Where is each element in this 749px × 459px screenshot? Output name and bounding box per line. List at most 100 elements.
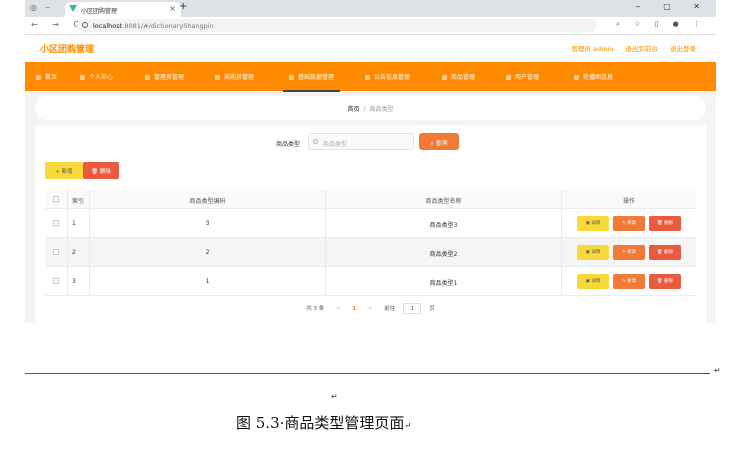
header-operations: 操作 <box>622 198 635 205</box>
breadcrumb-bar: 首页 / 商品类型 <box>35 96 706 120</box>
menu-notice[interactable]: 公告信息管理 <box>365 72 410 81</box>
search-icon <box>313 139 318 144</box>
row-name: 商品类型1 <box>326 267 562 295</box>
row-index: 2 <box>68 238 90 266</box>
batch-delete-button[interactable]: 🗑 删除 <box>83 162 119 179</box>
goto-page-input[interactable]: 1 <box>403 303 422 314</box>
paragraph-mark: ↵ <box>714 366 721 375</box>
url-field[interactable]: localhost:8081/#/dictionaryShangpin <box>77 19 597 32</box>
table-header: 索引 商品类型编码 商品类型名称 操作 <box>45 189 696 209</box>
menu-product[interactable]: 商品管理 <box>442 72 475 81</box>
row-checkbox[interactable] <box>53 278 59 284</box>
user-icon <box>80 75 85 80</box>
row-code: 3 <box>90 209 326 237</box>
carousel-icon <box>574 75 579 80</box>
window-controls[interactable]: ‒ ▢ ✕ <box>636 2 710 11</box>
delete-button[interactable]: 🗑 删除 <box>649 245 681 260</box>
query-button[interactable]: ⌕ 查询 <box>419 133 459 150</box>
table-row: 1 3 商品类型3 ▣ 详情 ✎ 修改 🗑 删除 <box>45 209 696 238</box>
detail-button[interactable]: ▣ 详情 <box>577 245 609 260</box>
page-number[interactable]: 1 <box>352 306 356 312</box>
row-operations: ▣ 详情 ✎ 修改 🗑 删除 <box>562 238 696 266</box>
row-checkbox[interactable] <box>53 249 59 255</box>
url-host: localhost <box>93 22 123 30</box>
goto-label: 前往 <box>384 306 396 312</box>
edit-button[interactable]: ✎ 修改 <box>613 245 645 260</box>
pagination-total: 共 3 条 <box>306 306 325 312</box>
caption-text: 图 5.3·商品类型管理页面 <box>236 414 405 432</box>
row-index: 1 <box>68 209 90 237</box>
figure-caption: 图 5.3·商品类型管理页面↵ <box>236 412 411 433</box>
breadcrumb: 首页 / 商品类型 <box>35 104 706 113</box>
menu-buyer[interactable]: 采购员管理 <box>215 72 254 81</box>
search-placeholder: 商品类型 <box>323 141 348 148</box>
data-icon <box>289 75 294 80</box>
product-type-table: 索引 商品类型编码 商品类型名称 操作 1 3 商品类型3 ▣ 详情 ✎ 修改 … <box>45 189 696 296</box>
app-header: 小区团购管理 管理员 admin 退出到前台 退出登录 <box>25 35 716 62</box>
current-user: 管理员 admin <box>571 45 614 53</box>
paragraph-mark: ↵ <box>404 421 412 430</box>
back-to-frontend-link[interactable]: 退出到前台 <box>625 45 658 53</box>
row-operations: ▣ 详情 ✎ 修改 🗑 删除 <box>562 267 696 295</box>
admin-icon <box>145 75 150 80</box>
breadcrumb-current: 商品类型 <box>369 106 394 113</box>
prev-page-icon[interactable]: < <box>336 306 341 312</box>
row-code: 2 <box>90 238 326 266</box>
header-code: 商品类型编码 <box>90 189 326 208</box>
header-name: 商品类型名称 <box>326 189 562 208</box>
next-page-icon[interactable]: > <box>368 306 373 312</box>
app-window: 小区团购管理 管理员 admin 退出到前台 退出登录 首页 个人中心 管理员管… <box>25 35 716 323</box>
row-checkbox[interactable] <box>53 220 59 226</box>
browser-tab-bar: ◎ ⎯ 小区团购管理 × + ‒ ▢ ✕ <box>25 0 716 17</box>
row-operations: ▣ 详情 ✎ 修改 🗑 删除 <box>562 209 696 237</box>
browser-toolbar-icons[interactable]: ⌕ ☆ ▯ ● ⋮ <box>616 20 706 29</box>
row-index: 3 <box>68 267 90 295</box>
tab-close-icon[interactable]: × <box>169 4 176 13</box>
breadcrumb-separator: / <box>363 106 366 113</box>
table-row: 2 2 商品类型2 ▣ 详情 ✎ 修改 🗑 删除 <box>45 238 696 267</box>
vue-logo-icon <box>69 5 77 12</box>
header-index: 索引 <box>68 189 90 208</box>
new-tab-icon[interactable]: + <box>179 1 187 12</box>
menu-home[interactable]: 首页 <box>36 72 57 81</box>
select-all-checkbox[interactable] <box>53 196 59 202</box>
detail-button[interactable]: ▣ 详情 <box>577 274 609 289</box>
tab-search-icon[interactable]: ◎ ⎯ <box>30 3 53 13</box>
users-icon <box>506 75 511 80</box>
edit-button[interactable]: ✎ 修改 <box>613 216 645 231</box>
row-name: 商品类型2 <box>326 238 562 266</box>
home-icon <box>36 75 41 80</box>
logout-link[interactable]: 退出登录 <box>670 45 696 53</box>
menu-admin[interactable]: 管理员管理 <box>145 72 184 81</box>
url-path: :8081/#/dictionaryShangpin <box>122 22 214 30</box>
paragraph-mark: ↵ <box>331 392 338 401</box>
delete-button[interactable]: 🗑 删除 <box>649 216 681 231</box>
info-icon <box>82 22 88 28</box>
top-menu: 首页 个人中心 管理员管理 采购员管理 基础数据管理 公告信息管理 商品管理 用… <box>25 62 716 92</box>
page-unit: 页 <box>429 306 435 312</box>
menu-basic-data[interactable]: 基础数据管理 <box>282 72 341 92</box>
document-divider <box>25 373 710 374</box>
notice-icon <box>365 75 370 80</box>
menu-profile[interactable]: 个人中心 <box>80 72 113 81</box>
content-panel: 商品类型 商品类型 ⌕ 查询 + 新增 🗑 删除 索引 商品类型编码 商品类型名… <box>35 125 706 323</box>
buyer-icon <box>215 75 220 80</box>
address-bar: ← → C localhost:8081/#/dictionaryShangpi… <box>25 17 716 35</box>
menu-user[interactable]: 用户管理 <box>506 72 539 81</box>
add-button[interactable]: + 新增 <box>45 162 83 179</box>
detail-button[interactable]: ▣ 详情 <box>577 216 609 231</box>
delete-button[interactable]: 🗑 删除 <box>649 274 681 289</box>
table-row: 3 1 商品类型1 ▣ 详情 ✎ 修改 🗑 删除 <box>45 267 696 296</box>
app-title: 小区团购管理 <box>40 45 95 55</box>
search-label: 商品类型 <box>276 141 301 148</box>
product-icon <box>442 75 447 80</box>
search-input[interactable]: 商品类型 <box>308 133 414 150</box>
row-code: 1 <box>90 267 326 295</box>
row-name: 商品类型3 <box>326 209 562 237</box>
breadcrumb-home[interactable]: 首页 <box>347 106 359 113</box>
menu-carousel[interactable]: 轮播图信息 <box>574 72 613 81</box>
browser-tab[interactable]: 小区团购管理 × <box>65 2 181 17</box>
header-links: 管理员 admin 退出到前台 退出登录 <box>561 43 696 53</box>
tab-title: 小区团购管理 <box>81 8 118 15</box>
edit-button[interactable]: ✎ 修改 <box>613 274 645 289</box>
